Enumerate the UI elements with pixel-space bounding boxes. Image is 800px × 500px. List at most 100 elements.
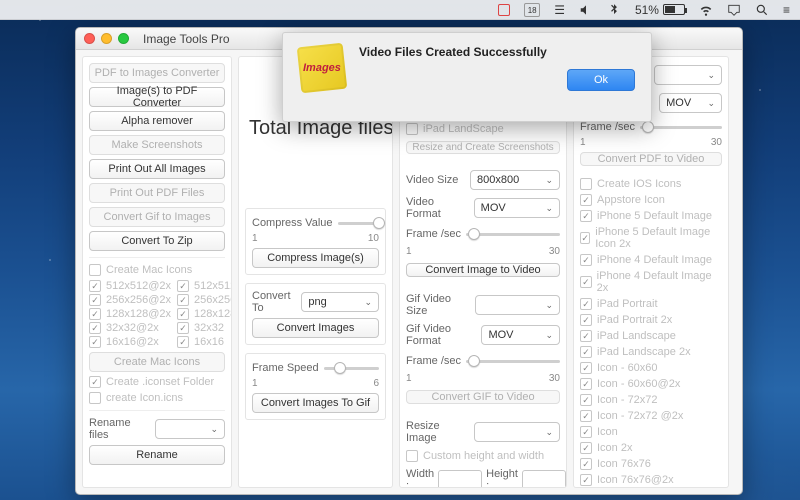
rename-files-select[interactable]: ⌄	[155, 419, 225, 439]
ios-iphone5-default-checkbox[interactable]: iPhone 5 Default Image	[580, 210, 722, 222]
spotlight-icon[interactable]	[755, 3, 769, 17]
dialog-title: Video Files Created Successfully	[359, 45, 635, 59]
create-ios-icons-checkbox[interactable]: Create IOS Icons	[580, 178, 722, 190]
wifi-icon[interactable]	[699, 3, 713, 17]
convert-gif-to-video-button[interactable]: Convert GIF to Video	[406, 390, 560, 404]
size-256-checkbox[interactable]: 256x256	[177, 294, 232, 306]
height-input[interactable]	[522, 470, 566, 488]
convert-images-button[interactable]: Convert Images	[252, 318, 379, 338]
size-512-2x-checkbox[interactable]: 512x512@2x	[89, 280, 171, 292]
battery-percent: 51%	[635, 3, 659, 17]
airplay-icon[interactable]	[727, 3, 741, 17]
success-dialog: Images Video Files Created Successfully …	[282, 32, 652, 122]
ios-ipad-landscape-checkbox[interactable]: iPad Landscape	[580, 330, 722, 342]
size-32-checkbox[interactable]: 32x32	[177, 322, 232, 334]
ios-iphone4-default-2x-checkbox[interactable]: iPhone 4 Default Image 2x	[580, 270, 722, 294]
convert-to-label: Convert To	[252, 290, 296, 314]
video-format-label: Video Format	[406, 196, 469, 220]
width-input[interactable]	[438, 470, 482, 488]
ios-icon-2x-checkbox[interactable]: Icon 2x	[580, 442, 722, 454]
compress-images-button[interactable]: Compress Image(s)	[252, 248, 379, 268]
gif-frame-sec-label: Frame /sec	[406, 355, 461, 367]
video-format-select[interactable]: MOV⌄	[474, 198, 560, 218]
gif-frame-sec-slider[interactable]	[466, 353, 560, 369]
window-zoom-button[interactable]	[118, 33, 129, 44]
gif-video-size-select[interactable]: ⌄	[475, 295, 560, 315]
convert-images-to-gif-button[interactable]: Convert Images To Gif	[252, 393, 379, 413]
rename-button[interactable]: Rename	[89, 445, 225, 465]
bluetooth-icon[interactable]	[607, 3, 621, 17]
convert-to-select[interactable]: png⌄	[301, 292, 379, 312]
ios-icon-checkbox[interactable]: Icon	[580, 426, 722, 438]
custom-hw-checkbox[interactable]: Custom height and width	[406, 450, 560, 462]
compress-value-slider[interactable]	[338, 215, 380, 231]
pdf-frame-sec-slider[interactable]	[640, 119, 722, 135]
print-pdf-files-button[interactable]: Print Out PDF Files	[89, 183, 225, 203]
create-iconset-checkbox[interactable]: Create .iconset Folder	[89, 376, 225, 388]
pdf-to-images-button[interactable]: PDF to Images Converter	[89, 63, 225, 83]
ios-iphone4-default-checkbox[interactable]: iPhone 4 Default Image	[580, 254, 722, 266]
ios-ipad-landscape-2x-checkbox[interactable]: iPad Landscape 2x	[580, 346, 722, 358]
window-close-button[interactable]	[84, 33, 95, 44]
resize-image-label: Resize Image	[406, 420, 469, 444]
frame-speed-slider[interactable]	[324, 360, 379, 376]
fast-user-switch-icon[interactable]: ☰	[554, 3, 565, 17]
video-frame-sec-slider[interactable]	[466, 226, 560, 242]
battery-status[interactable]: 51%	[635, 3, 685, 17]
size-16-2x-checkbox[interactable]: 16x16@2x	[89, 336, 171, 348]
ipad-landscape-checkbox[interactable]: iPad LandScape	[406, 123, 560, 135]
calendar-day: 18	[528, 6, 537, 15]
gif-video-format-select[interactable]: MOV⌄	[481, 325, 560, 345]
gif-video-size-label: Gif Video Size	[406, 293, 470, 317]
macos-menubar: 18 ☰ 51% ≡	[0, 0, 800, 20]
pdf-video-size-select[interactable]: ⌄	[654, 65, 722, 85]
print-all-images-button[interactable]: Print Out All Images	[89, 159, 225, 179]
convert-gif-to-images-button[interactable]: Convert Gif to Images	[89, 207, 225, 227]
ios-appstore-checkbox[interactable]: Appstore Icon	[580, 194, 722, 206]
make-screenshots-button[interactable]: Make Screenshots	[89, 135, 225, 155]
size-256-2x-checkbox[interactable]: 256x256@2x	[89, 294, 171, 306]
calendar-icon[interactable]: 18	[524, 3, 540, 17]
size-16-checkbox[interactable]: 16x16	[177, 336, 232, 348]
ios-icon-76-2x-checkbox[interactable]: Icon 76x76@2x	[580, 474, 722, 486]
resize-image-select[interactable]: ⌄	[474, 422, 560, 442]
alpha-remover-button[interactable]: Alpha remover	[89, 111, 225, 131]
size-128-checkbox[interactable]: 128x128	[177, 308, 232, 320]
compress-value-label: Compress Value	[252, 217, 333, 229]
notification-center-icon[interactable]: ≡	[783, 3, 790, 17]
rename-files-label: Rename files	[89, 417, 150, 441]
convert-image-to-video-button[interactable]: Convert Image to Video	[406, 263, 560, 277]
images-to-pdf-button[interactable]: Image(s) to PDF Converter	[89, 87, 225, 107]
dialog-app-icon: Images	[297, 43, 348, 94]
size-128-2x-checkbox[interactable]: 128x128@2x	[89, 308, 171, 320]
menubar-extra-icon[interactable]	[498, 4, 510, 16]
video-frame-sec-label: Frame /sec	[406, 228, 461, 240]
frame-speed-label: Frame Speed	[252, 362, 319, 374]
ios-icon-72-checkbox[interactable]: Icon - 72x72	[580, 394, 722, 406]
sidebar-tools-column: PDF to Images Converter Image(s) to PDF …	[82, 56, 232, 488]
convert-to-zip-button[interactable]: Convert To Zip	[89, 231, 225, 251]
height-label: Height :	[486, 468, 518, 488]
window-minimize-button[interactable]	[101, 33, 112, 44]
size-512-checkbox[interactable]: 512x512	[177, 280, 232, 292]
create-icns-checkbox[interactable]: create Icon.icns	[89, 392, 225, 404]
ios-ipad-portrait-2x-checkbox[interactable]: iPad Portrait 2x	[580, 314, 722, 326]
window-title: Image Tools Pro	[143, 32, 230, 46]
pdf-video-format-select[interactable]: MOV⌄	[659, 93, 722, 113]
ios-icon-76-checkbox[interactable]: Icon 76x76	[580, 458, 722, 470]
video-size-select[interactable]: 800x800⌄	[470, 170, 560, 190]
ios-icon-60-2x-checkbox[interactable]: Icon - 60x60@2x	[580, 378, 722, 390]
create-mac-icons-checkbox[interactable]: Create Mac Icons	[89, 264, 225, 276]
ios-icon-72-2x-checkbox[interactable]: Icon - 72x72 @2x	[580, 410, 722, 422]
size-32-2x-checkbox[interactable]: 32x32@2x	[89, 322, 171, 334]
pdf-frame-sec-label: Frame /sec	[580, 121, 635, 133]
gif-video-format-label: Gif Video Format	[406, 323, 476, 347]
ios-icon-60-checkbox[interactable]: Icon - 60x60	[580, 362, 722, 374]
ios-ipad-portrait-checkbox[interactable]: iPad Portrait	[580, 298, 722, 310]
create-mac-icons-button[interactable]: Create Mac Icons	[89, 352, 225, 372]
ios-iphone5-default-2x-checkbox[interactable]: iPhone 5 Default Image Icon 2x	[580, 226, 722, 250]
volume-icon[interactable]	[579, 3, 593, 17]
dialog-ok-button[interactable]: Ok	[567, 69, 635, 91]
convert-pdf-to-video-button[interactable]: Convert PDF to Video	[580, 152, 722, 166]
resize-create-screenshots-button[interactable]: Resize and Create Screenshots	[406, 141, 560, 154]
